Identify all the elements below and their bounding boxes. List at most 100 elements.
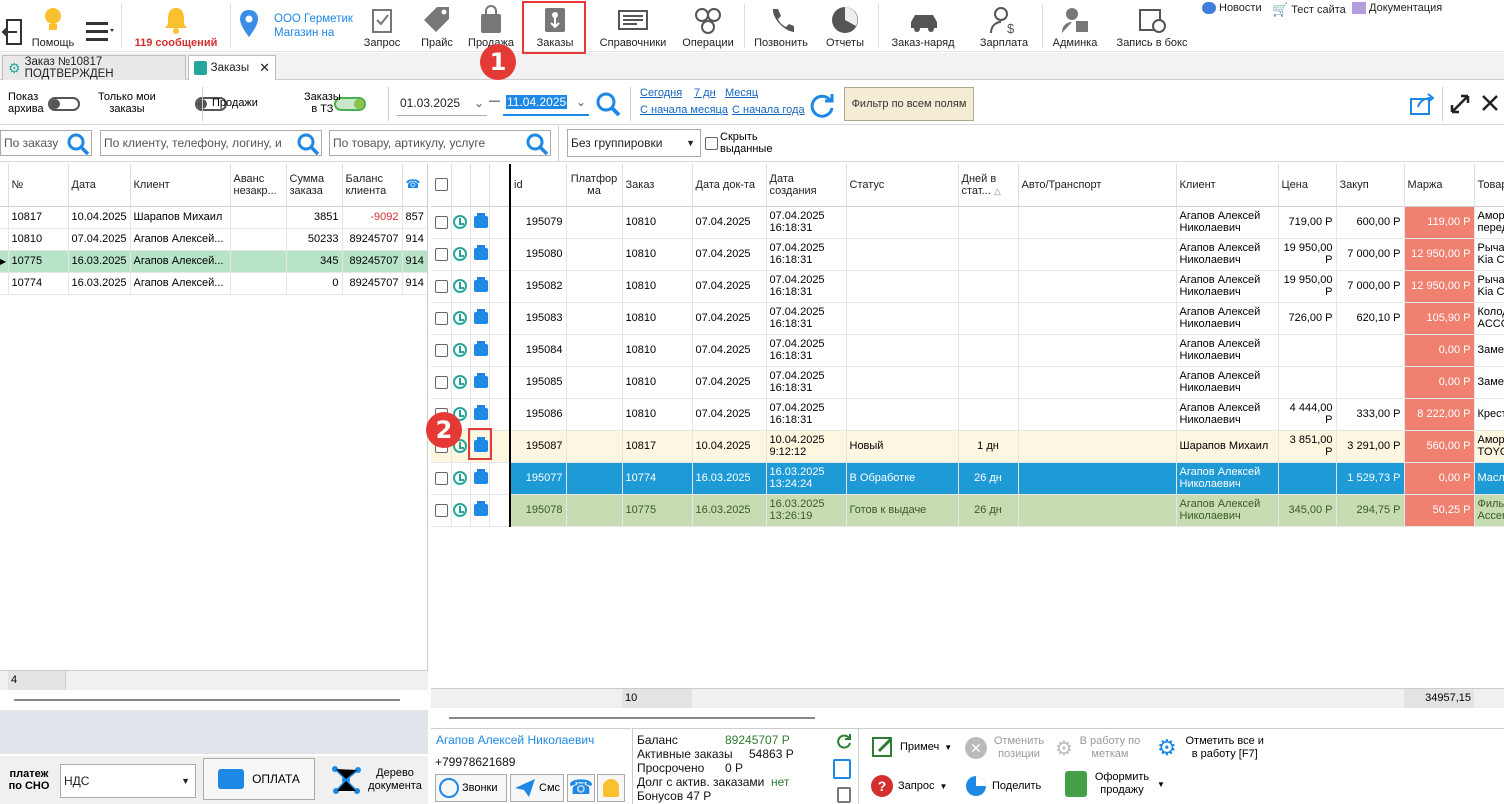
- search-dates-button[interactable]: [595, 91, 621, 120]
- checkout-button[interactable]: Оформить продажу ▼: [1065, 771, 1165, 797]
- work-order-button[interactable]: Заказ-наряд: [886, 0, 960, 52]
- date-from-picker[interactable]: 01.03.2025 ⌄: [397, 90, 487, 116]
- items-hscrollbar[interactable]: [449, 717, 815, 719]
- history-icon[interactable]: [452, 343, 467, 357]
- operations-button[interactable]: Операции: [680, 0, 736, 52]
- docs-link[interactable]: Документация: [1352, 2, 1442, 14]
- close-tab-icon[interactable]: ✕: [259, 60, 270, 76]
- news-link[interactable]: Новости: [1202, 2, 1262, 14]
- col-advance[interactable]: Аванс незакр...: [230, 164, 287, 207]
- reference-button[interactable]: Справочники: [598, 0, 668, 52]
- request-button[interactable]: Запрос: [362, 0, 402, 52]
- col-platform[interactable]: Платфор ма: [566, 164, 623, 207]
- select-all-checkbox[interactable]: [435, 178, 448, 192]
- history-icon[interactable]: [452, 215, 467, 229]
- col-order-sum[interactable]: Сумма заказа: [286, 164, 343, 207]
- search-by-client[interactable]: По клиенту, телефону, логину, и: [100, 130, 322, 156]
- col-client[interactable]: Клиент: [130, 164, 231, 207]
- month-link[interactable]: Месяц: [725, 87, 758, 99]
- dial-button[interactable]: ☎: [567, 774, 595, 802]
- col-vehicle[interactable]: Авто/Транспорт: [1018, 164, 1177, 207]
- request-action-button[interactable]: ? Запрос ▼: [871, 775, 947, 797]
- search-by-product[interactable]: По товару, артикулу, услуге: [329, 130, 551, 156]
- document-tree-button[interactable]: Дерево документа: [330, 760, 426, 800]
- week-link[interactable]: 7 дн: [694, 87, 716, 99]
- print-icon[interactable]: [473, 341, 488, 357]
- from-year-link[interactable]: С начала года: [732, 104, 805, 116]
- salary-button[interactable]: $ Зарплата: [972, 0, 1036, 52]
- search-document-icon[interactable]: [833, 759, 851, 779]
- print-icon[interactable]: [473, 469, 488, 485]
- table-row[interactable]: 195085 10810 07.04.2025 07.04.2025 16:18:31…: [431, 366, 1504, 399]
- export-button[interactable]: [1408, 91, 1436, 120]
- expand-button[interactable]: [1449, 93, 1471, 118]
- exit-button[interactable]: [0, 0, 28, 52]
- pay-button[interactable]: ОПЛАТА: [203, 758, 315, 800]
- col-days-in-status[interactable]: Дней в стат... △: [958, 164, 1019, 207]
- close-button[interactable]: [1480, 93, 1500, 116]
- table-row[interactable]: 195079 10810 07.04.2025 07.04.2025 16:18:31…: [431, 206, 1504, 239]
- col-number[interactable]: №: [8, 164, 69, 207]
- grouping-select[interactable]: Без группировки ▼: [567, 129, 701, 157]
- sms-button[interactable]: Смс: [510, 774, 564, 802]
- print-icon[interactable]: [473, 277, 488, 293]
- table-row[interactable]: ▶ 10775 16.03.2025 Агапов Алексей... 345 8924…: [0, 250, 427, 273]
- col-client-balance[interactable]: Баланс клиента: [342, 164, 403, 207]
- table-row[interactable]: 195082 10810 07.04.2025 07.04.2025 16:18:31…: [431, 270, 1504, 303]
- filter-all-fields-button[interactable]: Фильтр по всем полям: [844, 87, 974, 121]
- calls-button[interactable]: Звонки: [435, 774, 507, 802]
- table-row[interactable]: 195086 10810 07.04.2025 07.04.2025 16:18:31…: [431, 398, 1504, 431]
- table-row[interactable]: 195077 10774 16.03.2025 16.03.2025 13:24:24…: [431, 462, 1504, 495]
- row-checkbox[interactable]: [435, 247, 448, 261]
- history-icon[interactable]: [452, 375, 467, 389]
- row-checkbox[interactable]: [435, 279, 448, 293]
- hide-issued-checkbox[interactable]: [705, 137, 718, 150]
- refresh-balance-button[interactable]: [836, 733, 852, 752]
- search-by-order[interactable]: По заказу: [0, 130, 92, 156]
- row-checkbox[interactable]: [435, 471, 448, 485]
- col-created-date[interactable]: Дата создания: [766, 164, 847, 207]
- col-date[interactable]: Дата: [68, 164, 131, 207]
- col-product[interactable]: Товар: [1474, 164, 1504, 207]
- history-icon[interactable]: [452, 311, 467, 325]
- print-icon[interactable]: [473, 405, 488, 421]
- table-row[interactable]: 195083 10810 07.04.2025 07.04.2025 16:18:31…: [431, 302, 1504, 335]
- row-checkbox[interactable]: [435, 375, 448, 389]
- col-order[interactable]: Заказ: [622, 164, 693, 207]
- date-to-picker[interactable]: 11.04.2025 ⌄: [503, 90, 589, 116]
- client-phone[interactable]: +79978621689: [435, 755, 515, 769]
- print-icon[interactable]: [473, 501, 488, 517]
- col-doc-date[interactable]: Дата док-та: [692, 164, 767, 207]
- tab-orders[interactable]: Заказы ✕: [188, 55, 276, 80]
- print-icon[interactable]: [473, 373, 488, 389]
- col-margin[interactable]: Маржа: [1404, 164, 1475, 207]
- col-purchase[interactable]: Закуп: [1336, 164, 1405, 207]
- table-row[interactable]: 195078 10775 16.03.2025 16.03.2025 13:26:19…: [431, 494, 1504, 527]
- client-name[interactable]: Агапов Алексей Николаевич: [436, 733, 594, 747]
- work-by-tags-button[interactable]: ⚙ В работу по меткам: [1055, 735, 1142, 761]
- messages-button[interactable]: 119 сообщений: [126, 0, 226, 52]
- table-row[interactable]: 10774 16.03.2025 Агапов Алексей... 0 8924570…: [0, 272, 427, 295]
- today-link[interactable]: Сегодня: [640, 87, 682, 99]
- history-icon[interactable]: [452, 279, 467, 293]
- reports-button[interactable]: Отчеты: [820, 0, 870, 52]
- tab-order-10817[interactable]: ⚙ Заказ №10817 ПОДТВЕРЖДЕН: [2, 55, 186, 80]
- note-button[interactable]: Примеч ▼: [871, 735, 952, 759]
- col-price[interactable]: Цена: [1278, 164, 1337, 207]
- archive-toggle[interactable]: [48, 97, 80, 111]
- cancel-positions-button[interactable]: ✕ Отменить позиции: [965, 735, 1046, 761]
- table-row[interactable]: 195084 10810 07.04.2025 07.04.2025 16:18:31…: [431, 334, 1504, 367]
- share-button[interactable]: Поделить: [965, 775, 1041, 797]
- price-button[interactable]: Прайс: [418, 0, 456, 52]
- row-checkbox[interactable]: [435, 215, 448, 229]
- row-checkbox[interactable]: [435, 311, 448, 325]
- company-selector[interactable]: ООО Герметик Магазин на: [274, 12, 353, 40]
- print-icon[interactable]: [473, 309, 488, 325]
- table-row[interactable]: 10817 10.04.2025 Шарапов Михаил 3851 -9092 85…: [0, 206, 427, 229]
- table-row[interactable]: 195087 10817 10.04.2025 10.04.2025 9:12:12 Н…: [431, 430, 1504, 463]
- row-checkbox[interactable]: [435, 343, 448, 357]
- mark-all-work-button[interactable]: ⚙ Отметить все и в работу [F7]: [1157, 735, 1268, 761]
- col-status[interactable]: Статус: [846, 164, 959, 207]
- from-month-link[interactable]: С начала месяца: [640, 104, 728, 116]
- call-button[interactable]: Позвонить: [752, 0, 810, 52]
